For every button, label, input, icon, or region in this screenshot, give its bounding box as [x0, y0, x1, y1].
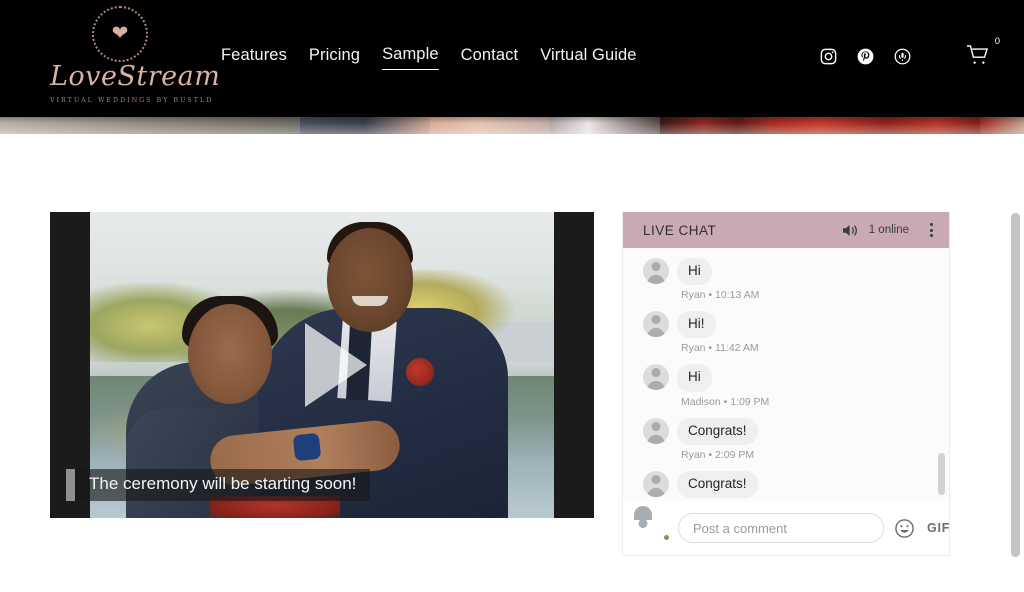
message-meta: Ryan • 2:09 PM	[681, 448, 755, 461]
nav-item-contact[interactable]: Contact	[461, 46, 519, 70]
site-logo[interactable]: ❤ LoveStream VIRTUAL WEDDINGS BY BUSTLD	[50, 6, 221, 105]
chat-message: Congrats!	[623, 470, 949, 499]
message-bubble: Congrats!	[677, 470, 758, 499]
shopping-cart-button[interactable]: 0	[966, 36, 1000, 68]
message-meta: Ryan • 10:13 AM	[681, 289, 760, 302]
chat-message: Hi Madison • 1:09 PM	[623, 364, 949, 415]
caption-text: The ceremony will be starting soon!	[75, 469, 371, 501]
avatar	[643, 258, 669, 284]
page-scrollbar-thumb[interactable]	[1011, 213, 1020, 557]
chat-message: Congrats! Ryan • 2:09 PM	[623, 417, 949, 469]
chat-composer: GIF	[623, 501, 949, 555]
speaker-on-icon[interactable]	[842, 223, 859, 238]
comment-input[interactable]	[678, 513, 884, 543]
chat-title: LIVE CHAT	[643, 222, 717, 238]
nav-item-pricing[interactable]: Pricing	[309, 46, 360, 70]
message-bubble: Congrats!	[677, 417, 758, 445]
nav-item-features[interactable]: Features	[221, 46, 287, 70]
cart-count-badge: 0	[994, 36, 1000, 47]
message-bubble: Hi!	[677, 311, 716, 339]
chat-header: LIVE CHAT 1 online	[623, 212, 949, 248]
caption-handle	[66, 469, 75, 501]
online-status-dot	[663, 534, 670, 541]
chat-scrollbar-thumb[interactable]	[938, 453, 945, 495]
online-count-label: 1 online	[868, 224, 909, 236]
message-bubble: Hi	[677, 364, 712, 392]
message-meta: Madison • 1:09 PM	[681, 395, 770, 408]
heart-in-rays-emblem-icon: ❤	[92, 6, 148, 62]
instagram-icon[interactable]	[819, 47, 838, 66]
avatar	[643, 311, 669, 338]
current-user-avatar	[643, 515, 670, 541]
pinterest-icon[interactable]	[856, 47, 875, 66]
gif-button[interactable]: GIF	[927, 521, 949, 535]
video-caption: The ceremony will be starting soon!	[66, 469, 371, 501]
hero-image-strip	[0, 117, 1024, 134]
chat-message: Hi! Ryan • 11:42 AM	[623, 311, 949, 362]
avatar	[643, 364, 669, 391]
main-navigation: Features Pricing Sample Contact Virtual …	[221, 45, 637, 70]
avatar	[643, 470, 669, 497]
logo-wordmark: LoveStream	[50, 61, 221, 92]
chat-message: Hi Ryan • 10:13 AM	[623, 258, 949, 309]
page-scrollbar[interactable]	[1011, 213, 1020, 557]
podcast-icon[interactable]	[893, 47, 912, 66]
emoji-smiley-icon[interactable]	[894, 518, 915, 539]
kebab-menu-icon[interactable]	[923, 223, 939, 237]
live-chat-panel: LIVE CHAT 1 online Hi Ryan • 10:13 AM Hi…	[622, 212, 950, 556]
message-meta: Ryan • 11:42 AM	[681, 342, 759, 355]
play-triangle-icon[interactable]	[305, 323, 367, 407]
video-player[interactable]: The ceremony will be starting soon!	[50, 212, 594, 518]
nav-item-virtual-guide[interactable]: Virtual Guide	[540, 46, 636, 70]
chat-message-list[interactable]: Hi Ryan • 10:13 AM Hi! Ryan • 11:42 AM H…	[623, 248, 949, 501]
nav-item-sample[interactable]: Sample	[382, 45, 439, 70]
avatar	[643, 417, 669, 444]
message-bubble: Hi	[677, 258, 712, 286]
header-actions: 0	[819, 36, 1000, 68]
site-header: ❤ LoveStream VIRTUAL WEDDINGS BY BUSTLD …	[0, 0, 1024, 117]
logo-tagline: VIRTUAL WEDDINGS BY BUSTLD	[50, 97, 214, 105]
